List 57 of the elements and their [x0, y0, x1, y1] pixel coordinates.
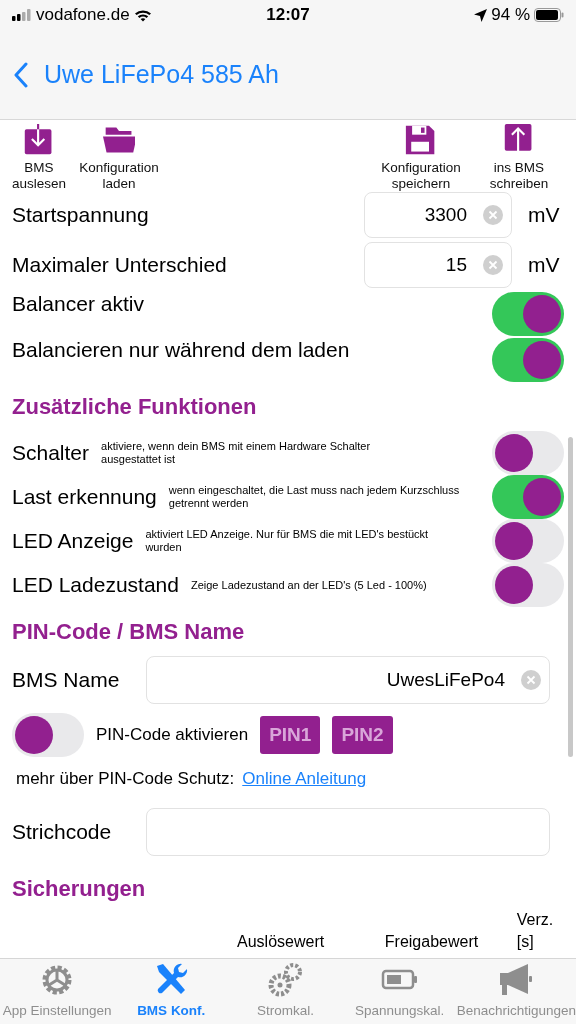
- toolbar-button[interactable]: ins BMS schreiben: [470, 124, 568, 192]
- chevron-left-icon: [14, 61, 28, 88]
- battery-percentage: 94 %: [491, 4, 530, 27]
- setting-description: aktiviert LED Anzeige. Nur für BMS die mit LED's bestückt wurden: [145, 528, 430, 554]
- column-header: Verz. [s]: [516, 909, 555, 952]
- setting-description: wenn eingeschaltet, die Last muss nach jedem Kurzschluss getrennt werden: [168, 484, 461, 510]
- input-field[interactable]: 15: [364, 242, 512, 288]
- location-arrow-icon: [474, 8, 488, 22]
- tab-bar-item[interactable]: App Einstellungen: [0, 961, 115, 1022]
- scrollbar[interactable]: [568, 437, 573, 757]
- tab-bar-item[interactable]: BMS Konf.: [114, 961, 229, 1022]
- toolbar-button[interactable]: Konfiguration laden: [70, 124, 168, 192]
- section-heading: Sicherungen: [12, 874, 147, 903]
- input-field[interactable]: [146, 807, 550, 856]
- toggle-switch[interactable]: [492, 563, 564, 607]
- setting-label: Maximaler Unterschied: [12, 252, 228, 279]
- unit-label: mV: [528, 202, 561, 229]
- toggle-switch[interactable]: [492, 431, 564, 475]
- field-label: BMS Name: [12, 667, 121, 694]
- unit-label: mV: [528, 252, 561, 279]
- switch-label: PIN-Code aktivieren: [96, 724, 249, 747]
- setting-label: Balancieren nur während dem laden: [12, 337, 351, 363]
- toggle-switch[interactable]: [492, 519, 564, 563]
- input-field[interactable]: UwesLiFePo4: [146, 656, 550, 704]
- toolbar-button[interactable]: BMS auslesen: [8, 124, 70, 192]
- section-heading: Zusätzliche Funktionen: [12, 393, 258, 421]
- back-button[interactable]: Uwe LiFePo4 585 Ah: [14, 55, 279, 94]
- setting-label: Balancer aktiv: [12, 291, 145, 317]
- pin-button[interactable]: PIN1: [260, 715, 321, 755]
- field-label: Strichcode: [12, 818, 113, 845]
- setting-label: LED Ladezustand: [12, 572, 179, 599]
- carrier-name: vodafone.de: [36, 4, 130, 27]
- toggle-switch[interactable]: [492, 338, 564, 382]
- toggle-switch[interactable]: [12, 713, 84, 757]
- toggle-switch[interactable]: [492, 292, 564, 336]
- setting-label: Last erkennung: [12, 484, 157, 511]
- column-header: Freigabewert: [384, 931, 480, 952]
- tab-bar-item[interactable]: Stromkal.: [228, 961, 343, 1022]
- wifi-icon: [133, 8, 152, 22]
- input-field[interactable]: 3300: [364, 192, 512, 238]
- column-header: Auslösewert: [237, 931, 326, 952]
- toolbar-button[interactable]: Konfiguration speichern: [372, 124, 470, 192]
- toggle-switch[interactable]: [492, 475, 564, 519]
- signal-icon: [12, 9, 32, 21]
- online-guide-link[interactable]: Online Anleitung: [242, 766, 367, 792]
- setting-label: Schalter: [12, 440, 90, 467]
- tab-bar-item[interactable]: Benachrichtigungen: [456, 961, 576, 1022]
- setting-description: Zeige Ladezustand an der LED's (5 Led - 100%): [190, 578, 428, 592]
- clock-time: 12:07: [266, 4, 310, 27]
- pin-button[interactable]: PIN2: [332, 715, 393, 755]
- setting-label: Startspannung: [12, 202, 150, 229]
- battery-icon: [534, 8, 564, 22]
- setting-description: aktiviere, wenn dein BMS mit einem Hardware Schalter ausgestattet ist: [101, 440, 372, 466]
- info-text: mehr über PIN-Code Schutz:: [16, 768, 235, 790]
- tab-bar-item[interactable]: Spannungskal.: [342, 961, 457, 1022]
- section-heading: PIN-Code / BMS Name: [12, 618, 246, 646]
- setting-label: LED Anzeige: [12, 528, 134, 555]
